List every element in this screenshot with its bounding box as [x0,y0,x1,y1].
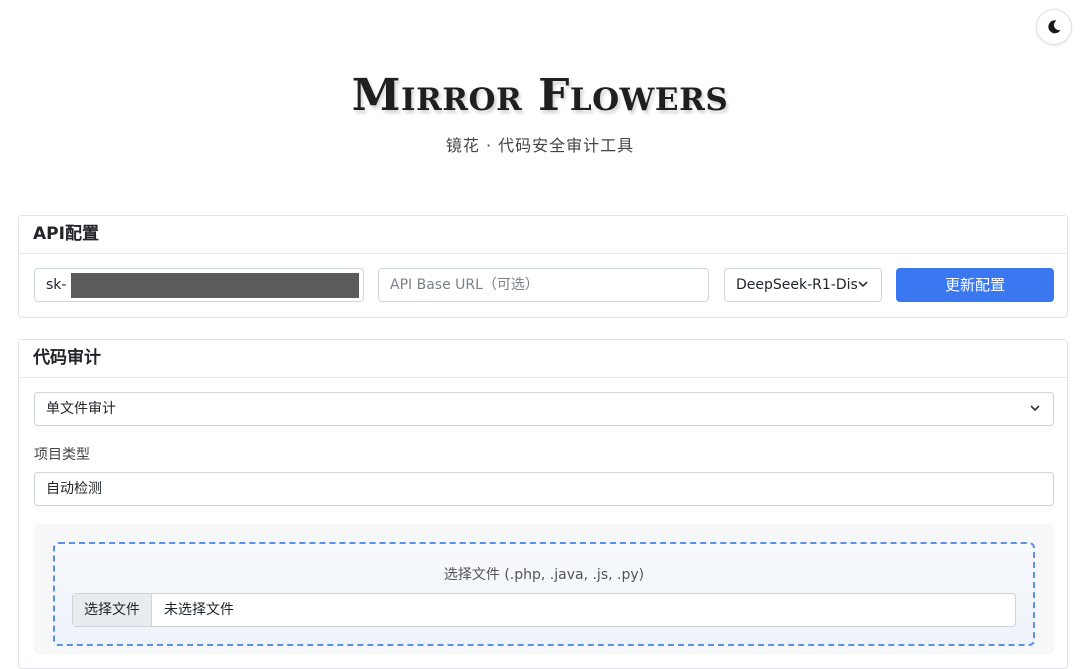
api-key-value: sk- [46,277,67,293]
model-select-value: DeepSeek-R1-Dis [736,277,858,293]
code-audit-card: 代码审计 单文件审计 项目类型 自动检测 选择文件 (.php, .java, … [18,339,1068,669]
api-config-card: API配置 sk- API Base URL（可选） DeepSeek-R1-D… [18,215,1068,318]
project-type-select[interactable]: 自动检测 [34,472,1054,506]
chevron-down-icon [857,269,869,313]
file-name-text: 未选择文件 [164,602,234,618]
chevron-down-icon [1029,393,1041,437]
base-url-input[interactable]: API Base URL（可选） [378,268,709,302]
upload-section: 选择文件 (.php, .java, .js, .py) 选择文件 未选择文件 [34,524,1054,654]
file-input[interactable]: 选择文件 未选择文件 [72,593,1016,627]
project-type-label: 项目类型 [34,447,90,463]
page-subtitle: 镜花 · 代码安全审计工具 [445,136,635,155]
audit-mode-value: 单文件审计 [46,401,116,417]
api-key-redaction [71,273,359,298]
base-url-placeholder: API Base URL（可选） [390,277,539,293]
moon-icon [1048,20,1061,34]
dropzone-hint: 选择文件 (.php, .java, .js, .py) [443,567,645,583]
file-dropzone[interactable]: 选择文件 (.php, .java, .js, .py) 选择文件 未选择文件 [53,542,1035,646]
api-key-input[interactable]: sk- [34,268,364,302]
api-config-title: API配置 [19,216,1067,254]
brand-title: Mirror Flowers [351,70,729,121]
model-select[interactable]: DeepSeek-R1-Dis [724,268,882,302]
audit-mode-select[interactable]: 单文件审计 [34,392,1054,426]
update-config-button[interactable]: 更新配置 [896,268,1054,302]
code-audit-title: 代码审计 [19,340,1067,378]
theme-toggle-button[interactable] [1036,9,1072,45]
choose-file-button[interactable]: 选择文件 [73,594,152,626]
project-type-value: 自动检测 [46,481,102,497]
